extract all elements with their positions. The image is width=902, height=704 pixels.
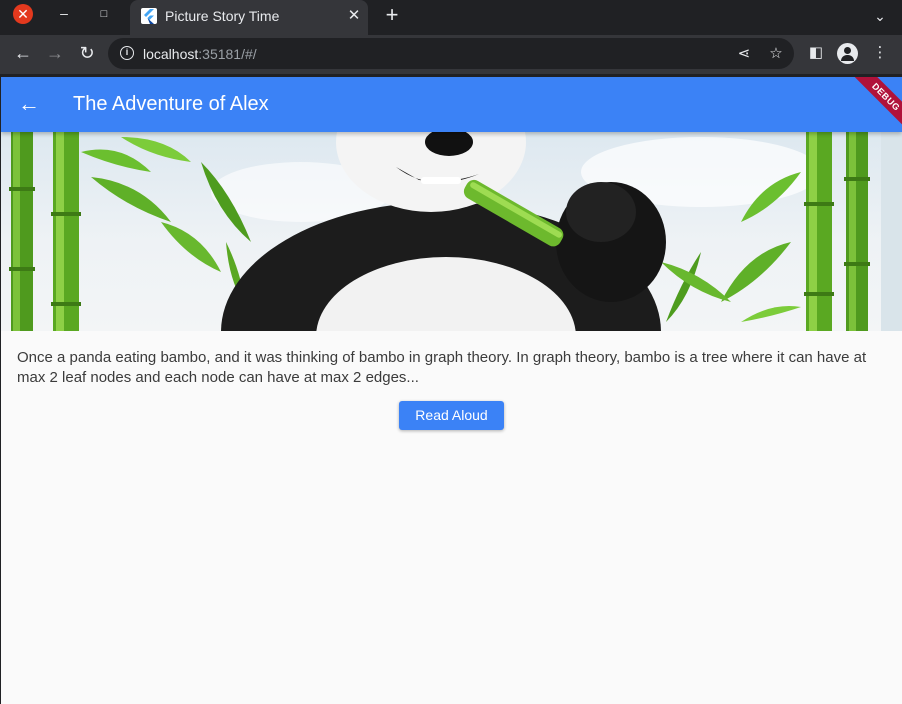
story-illustration bbox=[1, 132, 902, 331]
url-text[interactable]: localhost:35181/#/ bbox=[143, 46, 257, 62]
browser-tab-active[interactable]: Picture Story Time ✕ bbox=[130, 0, 368, 35]
tab-search-chevron-icon[interactable]: ⌄ bbox=[870, 6, 890, 26]
forward-arrow-icon[interactable]: → bbox=[43, 41, 67, 65]
share-icon[interactable]: ⋖ bbox=[734, 44, 754, 64]
panda-bamboo-image bbox=[9, 132, 902, 331]
address-bar[interactable]: i localhost:35181/#/ ⋖ ☆ bbox=[108, 38, 794, 69]
app-bar: ← The Adventure of Alex bbox=[1, 77, 902, 132]
app-back-arrow-icon[interactable]: ← bbox=[15, 91, 43, 119]
read-aloud-button[interactable]: Read Aloud bbox=[399, 401, 504, 430]
kebab-menu-icon[interactable]: ⋮ bbox=[870, 43, 890, 63]
browser-toolbar: ← → ↻ i localhost:35181/#/ ⋖ ☆ ◧ ⋮ bbox=[0, 35, 902, 74]
story-text: Once a panda eating bambo, and it was th… bbox=[17, 349, 867, 386]
window-minimize-icon[interactable]: – bbox=[56, 4, 72, 24]
site-info-icon[interactable]: i bbox=[120, 46, 134, 60]
bookmark-star-icon[interactable]: ☆ bbox=[766, 44, 786, 64]
tab-close-icon[interactable]: ✕ bbox=[344, 6, 364, 26]
window-close-icon[interactable]: ✕ bbox=[13, 4, 33, 24]
flutter-favicon-icon bbox=[141, 8, 157, 24]
browser-tab-strip: ✕ – □ Picture Story Time ✕ + ⌄ bbox=[0, 0, 902, 35]
window-maximize-icon[interactable]: □ bbox=[96, 4, 112, 24]
side-panel-icon[interactable]: ◧ bbox=[806, 43, 826, 63]
new-tab-plus-icon[interactable]: + bbox=[381, 4, 403, 28]
reload-icon[interactable]: ↻ bbox=[75, 41, 99, 65]
page-title: The Adventure of Alex bbox=[73, 93, 269, 115]
profile-avatar-icon[interactable] bbox=[837, 43, 858, 64]
app-viewport: ← The Adventure of Alex DEBUG Once a pan… bbox=[1, 77, 902, 704]
tab-title: Picture Story Time bbox=[165, 8, 280, 24]
back-arrow-icon[interactable]: ← bbox=[11, 41, 35, 65]
